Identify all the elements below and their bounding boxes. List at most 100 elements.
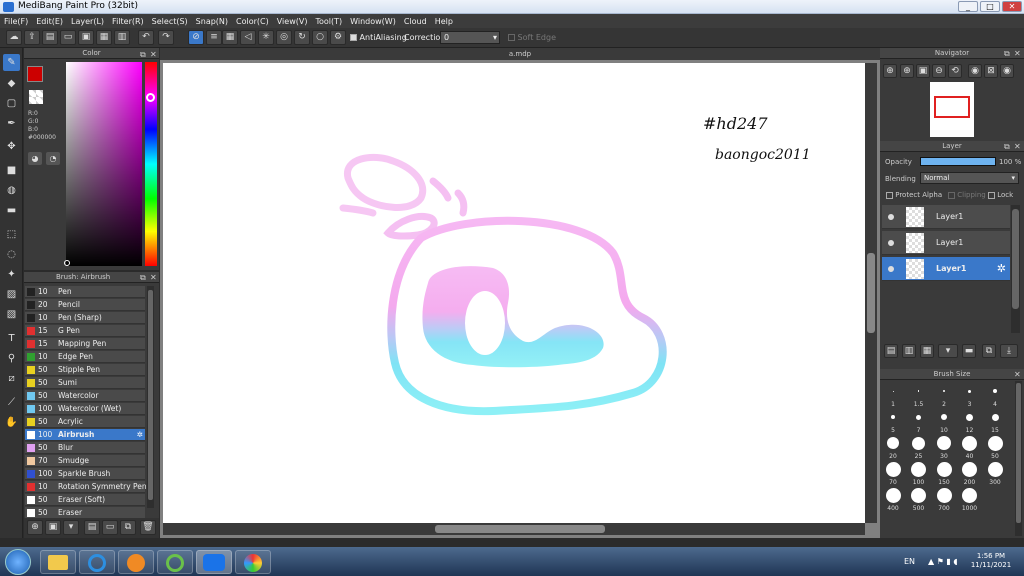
add-brush-icon[interactable]: ⊕ bbox=[27, 520, 43, 535]
shape-tool-icon[interactable]: ■ bbox=[3, 162, 20, 179]
brush-item[interactable]: 50 Sumi bbox=[25, 377, 145, 389]
clipping-checkbox[interactable] bbox=[948, 191, 955, 199]
opacity-slider[interactable] bbox=[920, 157, 996, 166]
menu-item-select-s[interactable]: Select(S) bbox=[148, 17, 192, 26]
brush-size-dot[interactable] bbox=[987, 461, 1003, 477]
palette-icon[interactable]: ◕ bbox=[28, 152, 42, 165]
layer-folder-icon[interactable]: ▬ bbox=[962, 344, 976, 358]
brush-item[interactable]: 50 Blur bbox=[25, 442, 145, 454]
panel-expand-icon[interactable]: ⧉ bbox=[140, 50, 146, 60]
brush-size-dot[interactable] bbox=[916, 414, 921, 420]
maximize-button[interactable]: □ bbox=[980, 1, 1000, 12]
color-history-icon[interactable]: ◔ bbox=[46, 152, 60, 165]
panel-close-icon[interactable]: ✕ bbox=[1014, 370, 1021, 379]
scrollbar-thumb[interactable] bbox=[1016, 383, 1021, 523]
brush-item[interactable]: 10 Rotation Symmetry Pen bbox=[25, 481, 147, 493]
upload-icon[interactable]: ⇪ bbox=[24, 30, 40, 45]
visibility-icon[interactable] bbox=[888, 214, 894, 220]
layout-icon[interactable]: ▥ bbox=[114, 30, 130, 45]
flip-icon[interactable]: ⊠ bbox=[984, 64, 998, 78]
medibang-taskbar-icon[interactable] bbox=[235, 550, 271, 574]
brush-size-dot[interactable] bbox=[912, 436, 925, 450]
menu-item-color-c[interactable]: Color(C) bbox=[232, 17, 273, 26]
layer-settings-icon[interactable]: ✲ bbox=[997, 262, 1006, 275]
dot-tool-icon[interactable]: ▢ bbox=[3, 95, 20, 112]
hue-handle[interactable] bbox=[146, 93, 155, 102]
comment-icon[interactable]: ▭ bbox=[60, 30, 76, 45]
brush-item[interactable]: 70 Smudge bbox=[25, 455, 145, 467]
menu-item-file-f[interactable]: File(F) bbox=[0, 17, 32, 26]
visibility-icon[interactable] bbox=[888, 240, 894, 246]
brush-size-dot[interactable] bbox=[987, 435, 1003, 451]
brush-size-dot[interactable] bbox=[887, 437, 899, 449]
menu-item-tool-t[interactable]: Tool(T) bbox=[311, 17, 346, 26]
vertical-scrollbar[interactable] bbox=[865, 63, 877, 523]
magic-wand-icon[interactable]: ✦ bbox=[3, 266, 20, 283]
visibility-icon[interactable] bbox=[888, 266, 894, 272]
merge-layer-icon[interactable]: ⤓ bbox=[1000, 344, 1018, 358]
soft-edge-checkbox[interactable] bbox=[508, 34, 515, 41]
brush-size-dot[interactable] bbox=[943, 390, 945, 392]
text-tool-icon[interactable]: T bbox=[3, 330, 20, 347]
snap-vanish-icon[interactable]: ◁ bbox=[240, 30, 256, 45]
rotate-right-icon[interactable]: ◉ bbox=[1000, 64, 1014, 78]
ie-taskbar-icon[interactable] bbox=[79, 550, 115, 574]
snap-circle-icon[interactable]: ◎ bbox=[276, 30, 292, 45]
start-button[interactable] bbox=[5, 549, 31, 575]
panel-close-icon[interactable]: ✕ bbox=[1014, 142, 1021, 151]
panel-expand-icon[interactable]: ⧉ bbox=[1004, 49, 1010, 59]
snap-off-icon[interactable]: ⊘ bbox=[188, 30, 204, 45]
brush-item[interactable]: 10 Pen bbox=[25, 286, 145, 298]
zoom-in-icon[interactable]: ⊕ bbox=[900, 64, 914, 78]
menu-item-window-w[interactable]: Window(W) bbox=[346, 17, 400, 26]
cloud-icon[interactable]: ☁ bbox=[6, 30, 22, 45]
eyedropper-icon[interactable]: ⟋ bbox=[3, 394, 20, 411]
sv-handle[interactable] bbox=[64, 260, 70, 266]
brush-item[interactable]: 10 Edge Pen bbox=[25, 351, 145, 363]
brush-size-scrollbar[interactable] bbox=[1015, 381, 1022, 536]
panel-close-icon[interactable]: ✕ bbox=[1014, 49, 1021, 58]
document-tab[interactable]: a.mdp bbox=[160, 48, 880, 60]
coccoc-taskbar-icon[interactable] bbox=[157, 550, 193, 574]
snap-ellipse-icon[interactable]: ○ bbox=[312, 30, 328, 45]
brush-size-dot[interactable] bbox=[892, 390, 894, 392]
pen-tool-icon[interactable]: ✒ bbox=[3, 115, 20, 132]
menu-item-help[interactable]: Help bbox=[431, 17, 457, 26]
minimize-button[interactable]: _ bbox=[958, 1, 978, 12]
navigator-viewport[interactable] bbox=[934, 96, 970, 118]
brush-folder-icon[interactable]: ▭ bbox=[102, 520, 118, 535]
brush-size-dot[interactable] bbox=[941, 414, 947, 420]
language-indicator[interactable]: EN bbox=[904, 557, 915, 566]
clipping-option[interactable]: Clipping bbox=[948, 191, 986, 199]
panel-expand-icon[interactable]: ⧉ bbox=[1004, 142, 1010, 152]
explorer-taskbar-icon[interactable] bbox=[40, 550, 76, 574]
menu-item-cloud[interactable]: Cloud bbox=[400, 17, 431, 26]
new-file-icon[interactable]: ▤ bbox=[42, 30, 58, 45]
close-button[interactable]: ✕ bbox=[1002, 1, 1022, 12]
scrollbar-thumb[interactable] bbox=[148, 290, 153, 500]
zalo-taskbar-icon[interactable] bbox=[196, 550, 232, 574]
menu-item-view-v[interactable]: View(V) bbox=[273, 17, 312, 26]
blending-select[interactable]: Normal ▾ bbox=[920, 172, 1019, 184]
saturation-value-picker[interactable] bbox=[66, 62, 142, 266]
zoom-in-icon[interactable]: ⊕ bbox=[883, 64, 897, 78]
bucket-tool-icon[interactable]: ◍ bbox=[3, 182, 20, 199]
scrollbar-thumb[interactable] bbox=[435, 525, 605, 533]
brush-size-dot[interactable] bbox=[962, 487, 977, 503]
gradient-tool-icon[interactable]: ▬ bbox=[3, 202, 20, 219]
zoom-out-icon[interactable]: ⊖ bbox=[932, 64, 946, 78]
brush-size-dot[interactable] bbox=[966, 413, 973, 421]
brush-delete-icon[interactable]: 🗑 bbox=[140, 520, 156, 535]
brush-size-dot[interactable] bbox=[917, 390, 920, 392]
new-halftone-layer-icon[interactable]: ▥ bbox=[902, 344, 916, 358]
snap-parallel-icon[interactable]: ≡ bbox=[206, 30, 222, 45]
brush-item[interactable]: 50 Acrylic bbox=[25, 416, 145, 428]
rotate-icon[interactable]: ⟲ bbox=[948, 64, 962, 78]
protect-alpha-option[interactable]: Protect Alpha bbox=[886, 191, 942, 199]
layer-menu-icon[interactable]: ▾ bbox=[938, 344, 958, 358]
brush-size-dot[interactable] bbox=[962, 435, 977, 451]
select-pen-icon[interactable]: ▨ bbox=[3, 286, 20, 303]
lasso-tool-icon[interactable]: ◌ bbox=[3, 246, 20, 263]
rotate-left-icon[interactable]: ◉ bbox=[968, 64, 982, 78]
brush-item[interactable]: 10 Pen (Sharp) bbox=[25, 312, 145, 324]
